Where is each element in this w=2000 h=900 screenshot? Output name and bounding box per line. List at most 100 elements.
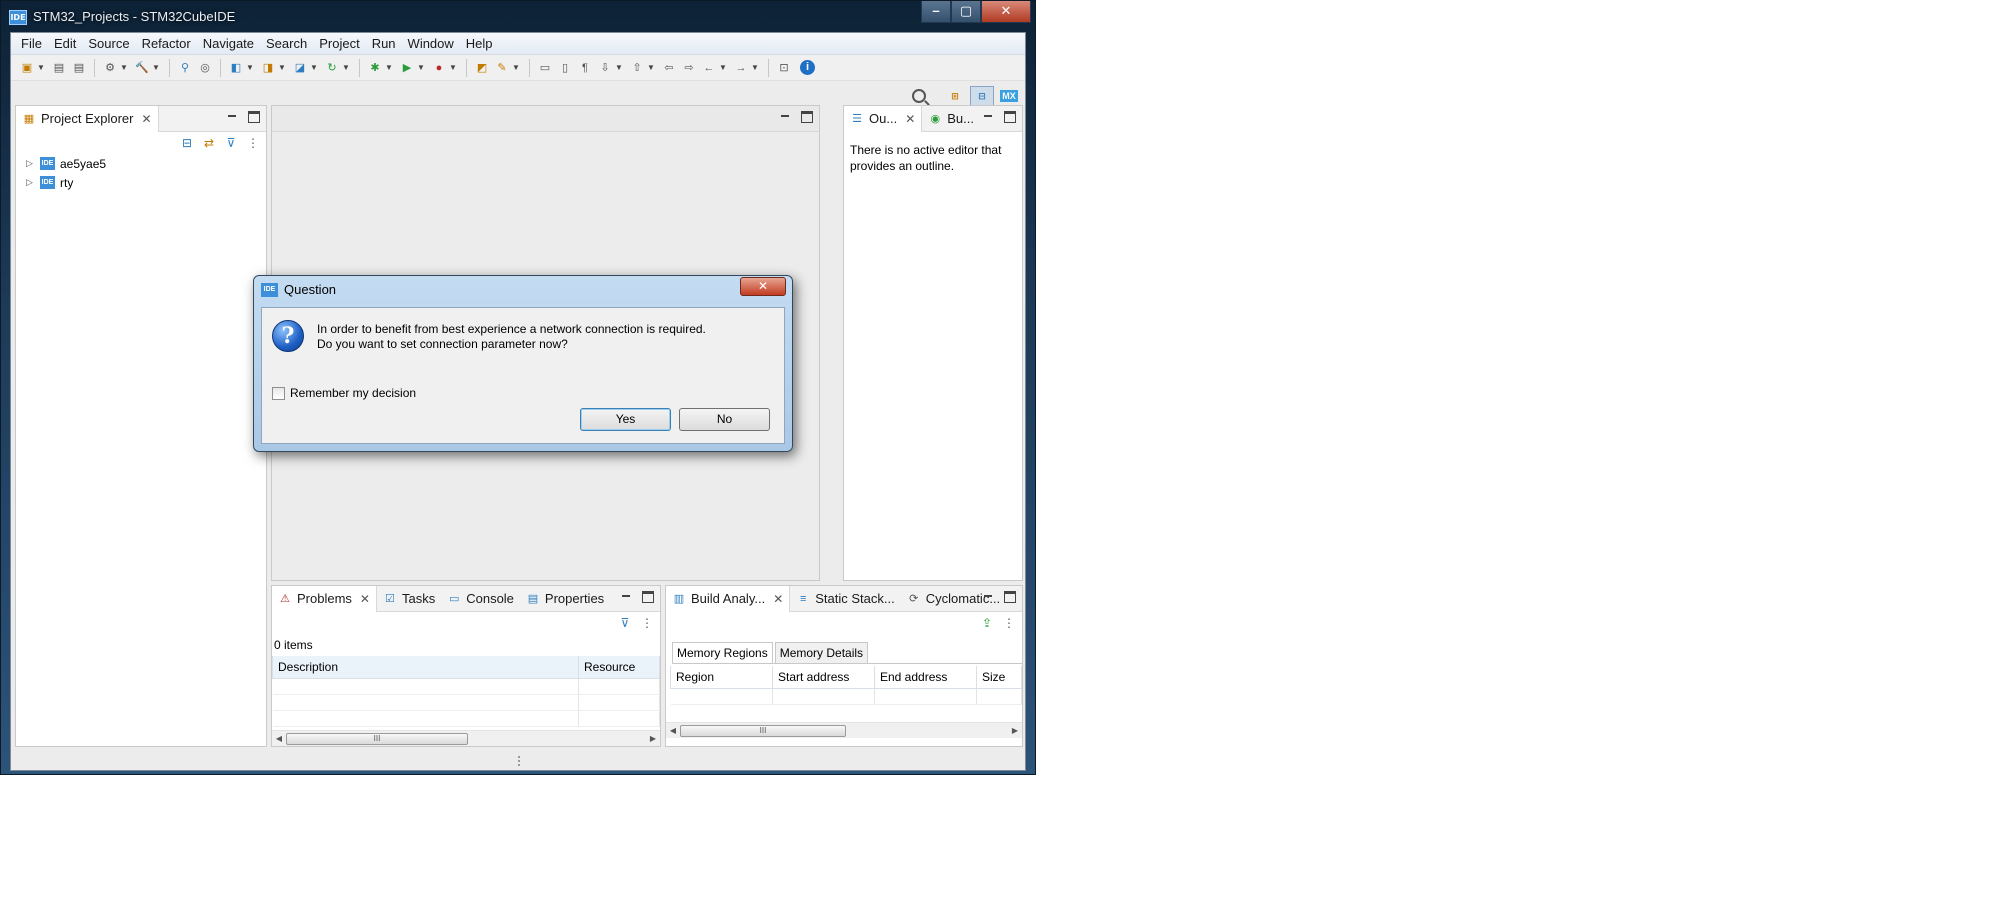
prev-annotation-icon[interactable]: ⇧ [629,60,645,76]
close-icon[interactable]: ✕ [773,592,783,606]
tools-icon[interactable]: ✎ [494,60,510,76]
search-icon[interactable] [912,89,926,103]
target-icon[interactable]: ◎ [197,60,213,76]
filter-icon[interactable]: ⊽ [618,616,632,630]
build-config-icon[interactable]: ⚙ [102,60,118,76]
tab-project-explorer[interactable]: ▦ Project Explorer ✕ [16,105,159,132]
dialog-titlebar[interactable]: IDE Question ✕ [254,276,792,304]
window-titlebar[interactable]: IDE STM32_Projects - STM32CubeIDE – ▢ ✕ [1,1,1035,32]
subtab-memory-regions[interactable]: Memory Regions [672,642,773,663]
build-icon[interactable]: 🔨 [134,60,150,76]
column-header-size[interactable]: Size [976,666,1022,689]
cpp-perspective-icon[interactable]: ⊟ [970,86,994,106]
subtab-memory-details[interactable]: Memory Details [774,642,869,663]
close-window-button[interactable]: ✕ [981,1,1031,23]
new-class-icon[interactable]: ◪ [292,60,308,76]
new-dropdown-icon[interactable]: ▼ [37,63,45,72]
new-folder-dropdown-icon[interactable]: ▼ [278,63,286,72]
menu-navigate[interactable]: Navigate [197,36,260,51]
external-tools-dropdown-icon[interactable]: ▼ [449,63,457,72]
prev-annotation-dropdown-icon[interactable]: ▼ [647,63,655,72]
maximize-view-icon[interactable] [1004,591,1016,603]
dialog-close-button[interactable]: ✕ [740,277,786,296]
tab-console[interactable]: ▭ Console [441,586,520,612]
tools-dropdown-icon[interactable]: ▼ [512,63,520,72]
scroll-left-icon[interactable]: ◀ [666,726,680,735]
remember-decision-checkbox[interactable] [272,386,285,400]
scroll-left-icon[interactable]: ◀ [272,734,286,743]
refresh-dropdown-icon[interactable]: ▼ [342,63,350,72]
info-icon[interactable]: i [800,60,815,75]
link-with-editor-icon[interactable]: ⇄ [202,136,216,150]
back-icon[interactable]: ← [701,60,717,76]
new-c-project-dropdown-icon[interactable]: ▼ [246,63,254,72]
debug-config-icon[interactable]: ⚲ [177,60,193,76]
maximize-view-icon[interactable] [801,111,813,123]
save-icon[interactable]: ▤ [51,60,67,76]
new-icon[interactable]: ▣ [19,60,35,76]
run-dropdown-icon[interactable]: ▼ [417,63,425,72]
expand-arrow-icon[interactable]: ▷ [26,158,36,169]
view-menu-icon[interactable]: ⋮ [246,136,260,150]
yes-button[interactable]: Yes [580,408,671,431]
maximize-view-icon[interactable] [248,111,260,123]
filter-icon[interactable]: ⊽ [224,136,238,150]
block-selection-icon[interactable]: ▯ [557,60,573,76]
menu-help[interactable]: Help [460,36,499,51]
column-header-region[interactable]: Region [670,666,773,689]
maximize-view-icon[interactable] [642,591,654,603]
column-header-resource[interactable]: Resource [578,656,660,679]
view-menu-icon[interactable]: ⋮ [1002,616,1016,630]
menu-window[interactable]: Window [402,36,460,51]
tab-problems[interactable]: ⚠ Problems ✕ [272,585,377,612]
forward-icon[interactable]: → [733,60,749,76]
tab-tasks[interactable]: ☑ Tasks [377,586,441,612]
tab-properties[interactable]: ▤ Properties [520,586,610,612]
collapse-all-icon[interactable]: ⊟ [180,136,194,150]
close-icon[interactable]: ✕ [360,592,370,606]
forward-edit-icon[interactable]: ⇨ [681,60,697,76]
new-c-project-icon[interactable]: ◧ [228,60,244,76]
open-perspective-icon[interactable]: ⊞ [943,86,967,106]
maximize-view-icon[interactable] [1004,111,1016,123]
forward-dropdown-icon[interactable]: ▼ [751,63,759,72]
save-all-icon[interactable]: ▤ [71,60,87,76]
pin-editor-icon[interactable]: ⊡ [776,60,792,76]
menu-search[interactable]: Search [260,36,313,51]
close-icon[interactable]: ✕ [905,112,915,126]
toggle-mark-icon[interactable]: ▭ [537,60,553,76]
no-button[interactable]: No [679,408,770,431]
minimize-button[interactable]: – [921,1,951,23]
horizontal-scrollbar[interactable]: ◀ III ▶ [272,730,660,746]
menu-project[interactable]: Project [313,36,365,51]
new-class-dropdown-icon[interactable]: ▼ [310,63,318,72]
expand-arrow-icon[interactable]: ▷ [26,177,36,188]
new-folder-icon[interactable]: ◨ [260,60,276,76]
external-tools-icon[interactable]: ● [431,60,447,76]
minimize-view-icon[interactable] [982,111,994,123]
menu-source[interactable]: Source [82,36,135,51]
menu-file[interactable]: File [15,36,48,51]
refresh-icon[interactable]: ⇪ [980,616,994,630]
next-annotation-dropdown-icon[interactable]: ▼ [615,63,623,72]
minimize-view-icon[interactable] [982,591,994,603]
menu-edit[interactable]: Edit [48,36,82,51]
scroll-thumb[interactable]: III [680,724,846,737]
column-header-start-address[interactable]: Start address [772,666,875,689]
last-edit-icon[interactable]: ⇦ [661,60,677,76]
back-dropdown-icon[interactable]: ▼ [719,63,727,72]
horizontal-scrollbar[interactable]: ◀ III ▶ [666,722,1022,738]
tab-build-analyzer[interactable]: ▥ Build Analy... ✕ [666,585,791,612]
debug-icon[interactable]: ✱ [367,60,383,76]
minimize-view-icon[interactable] [779,111,791,123]
debug-dropdown-icon[interactable]: ▼ [385,63,393,72]
remember-decision-option[interactable]: Remember my decision [272,386,416,400]
run-icon[interactable]: ▶ [399,60,415,76]
menu-run[interactable]: Run [366,36,402,51]
tree-item-project[interactable]: ▷ IDE rty [16,173,266,192]
tab-static-stack[interactable]: ≡ Static Stack... [790,586,900,612]
tab-build-targets[interactable]: ◉ Bu... [922,106,980,132]
refresh-icon[interactable]: ↻ [324,60,340,76]
tab-outline[interactable]: ☰ Ou... ✕ [844,105,923,132]
maximize-button[interactable]: ▢ [951,1,981,23]
